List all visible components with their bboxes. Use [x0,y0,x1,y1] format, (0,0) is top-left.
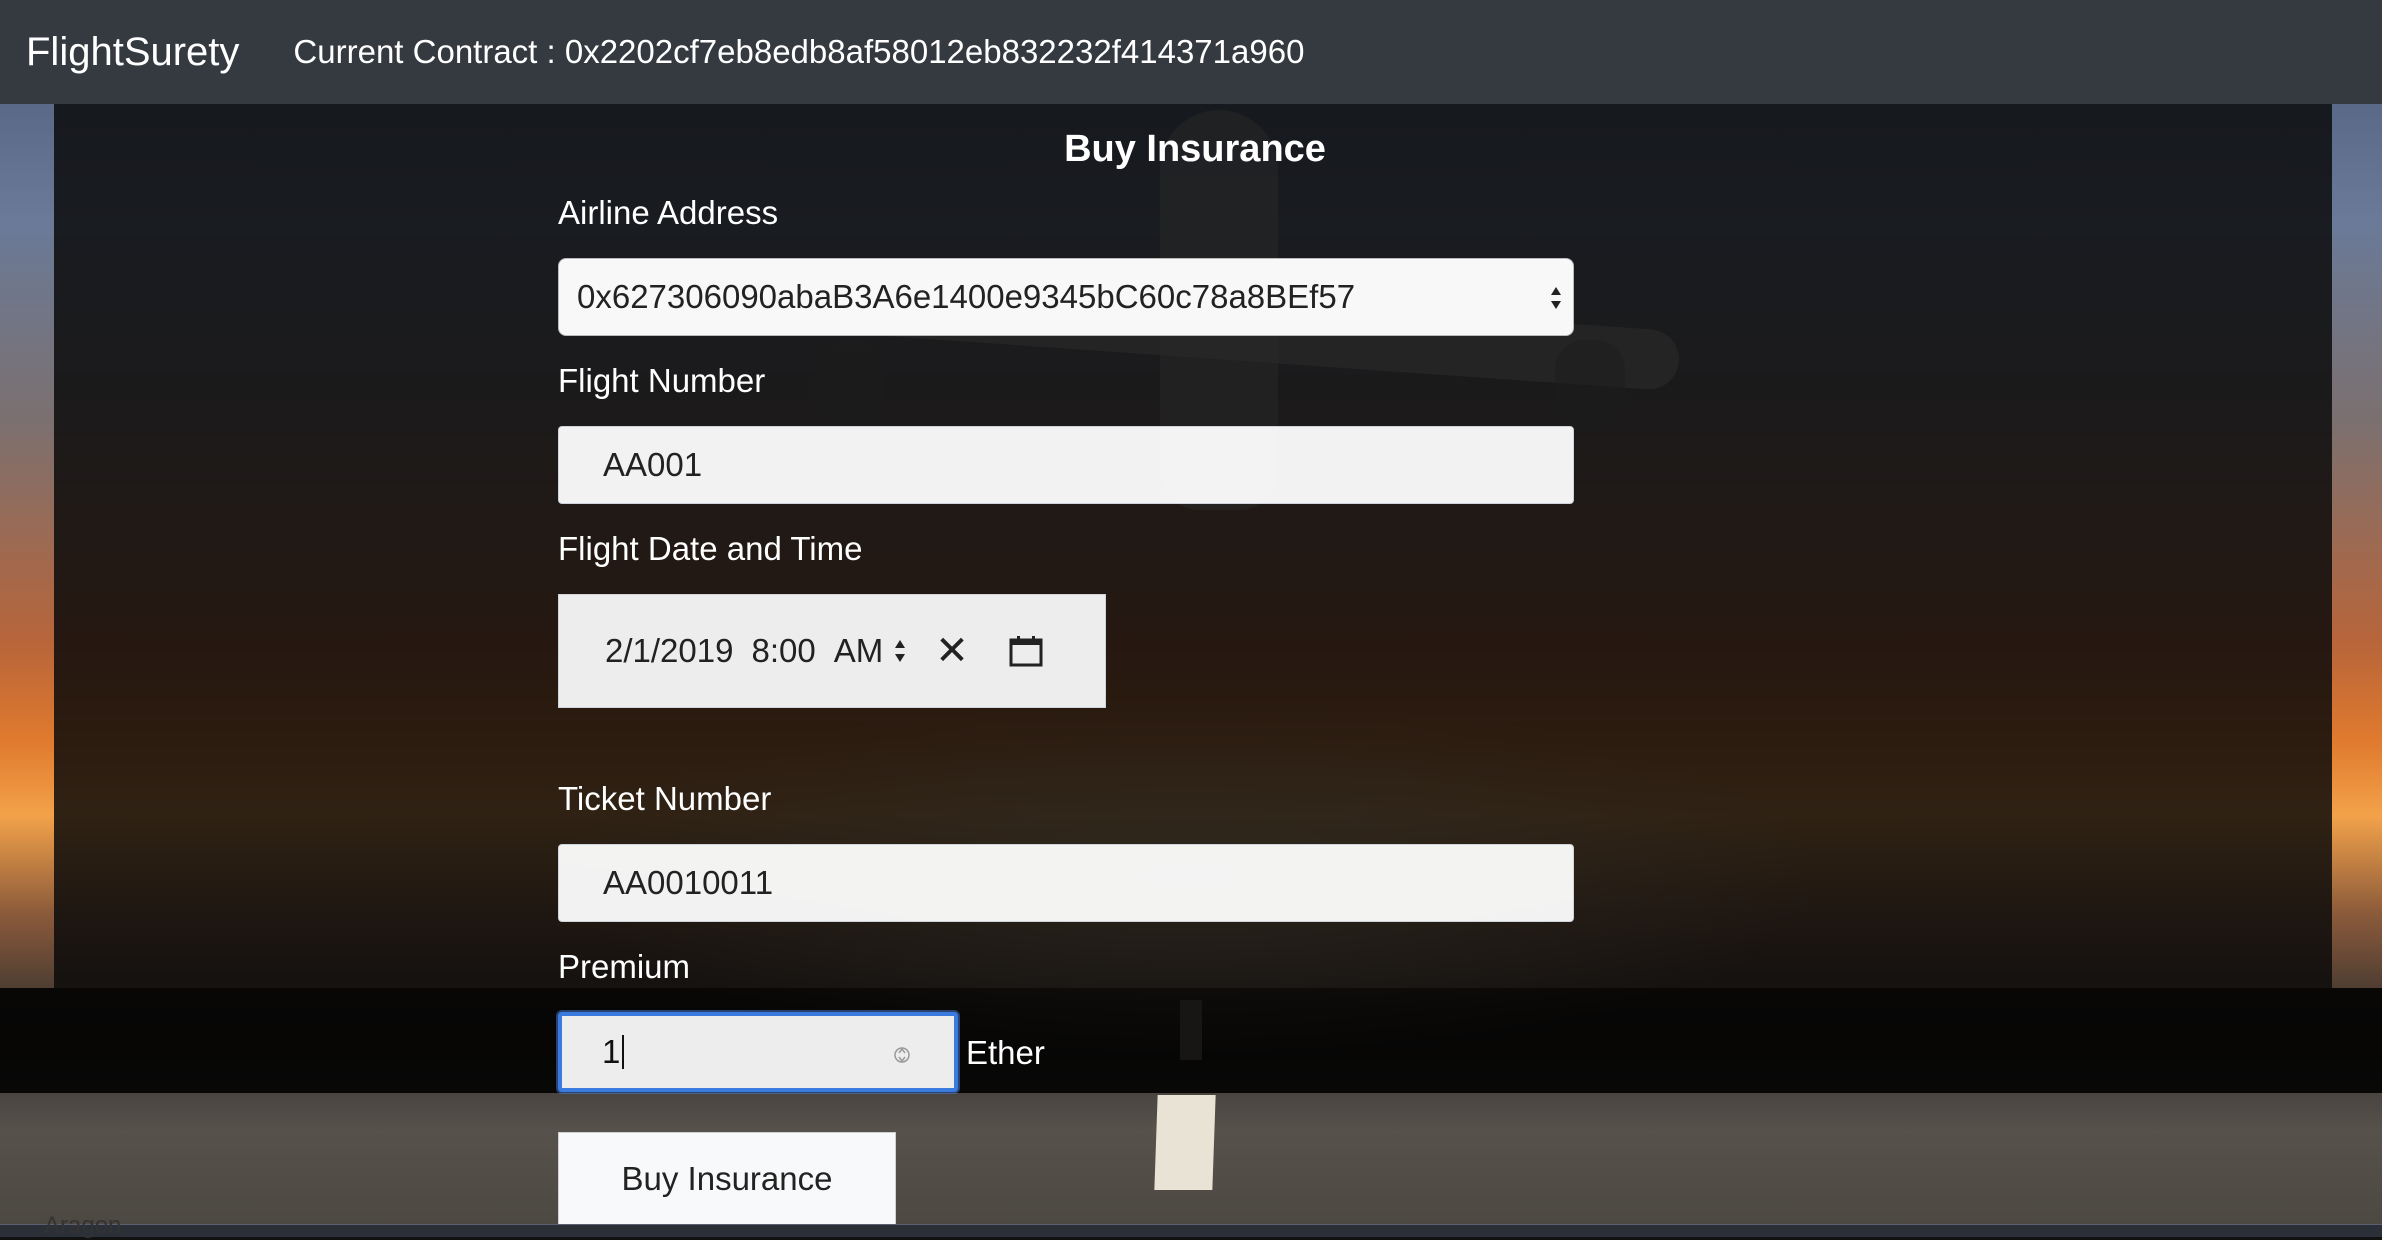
text-caret [622,1035,625,1069]
date-segment[interactable]: 2/1/2019 [605,632,733,670]
premium-value: 1 [602,1033,621,1070]
current-contract-text: Current Contract : 0x2202cf7eb8edb8af580… [293,33,1305,70]
runway-marking [1154,1095,1216,1190]
time-segment[interactable]: 8:00 [751,632,815,670]
number-spinner-icon[interactable] [894,1042,910,1068]
stepper-arrows-icon[interactable] [893,636,907,666]
select-arrows-icon [1551,287,1561,309]
flight-number-label: Flight Number [558,362,766,399]
airline-address-selected-value: 0x627306090abaB3A6e1400e9345bC60c78a8BEf… [577,278,1356,315]
form-title: Buy Insurance [1064,128,1326,170]
airline-address-label: Airline Address [558,194,779,231]
overlay-band [0,988,2382,1093]
ticket-number-input[interactable]: AA0010011 [558,844,1574,922]
buy-insurance-button[interactable]: Buy Insurance [558,1132,896,1226]
airline-address-select[interactable]: 0x627306090abaB3A6e1400e9345bC60c78a8BEf… [558,258,1574,336]
flight-datetime-input[interactable]: 2/1/2019 8:00 AM ✕ [558,594,1106,708]
brand-link[interactable]: FlightSurety [26,30,239,75]
flight-number-value: AA001 [603,446,703,483]
calendar-icon[interactable] [1009,635,1043,667]
flight-datetime-label: Flight Date and Time [558,530,863,567]
airplane-engine [1555,340,1625,430]
flight-number-input[interactable]: AA001 [558,426,1574,504]
premium-label: Premium [558,948,691,985]
dock-edge [0,1224,2382,1237]
ticket-number-label: Ticket Number [558,780,772,817]
premium-input[interactable]: 1 [558,1012,958,1092]
clear-icon[interactable]: ✕ [935,628,969,674]
ampm-segment[interactable]: AM [834,632,884,670]
airplane-engine [815,340,885,430]
premium-unit: Ether [966,1034,1045,1071]
navbar: FlightSurety Current Contract : 0x2202cf… [0,0,2382,104]
ticket-number-value: AA0010011 [603,864,774,901]
